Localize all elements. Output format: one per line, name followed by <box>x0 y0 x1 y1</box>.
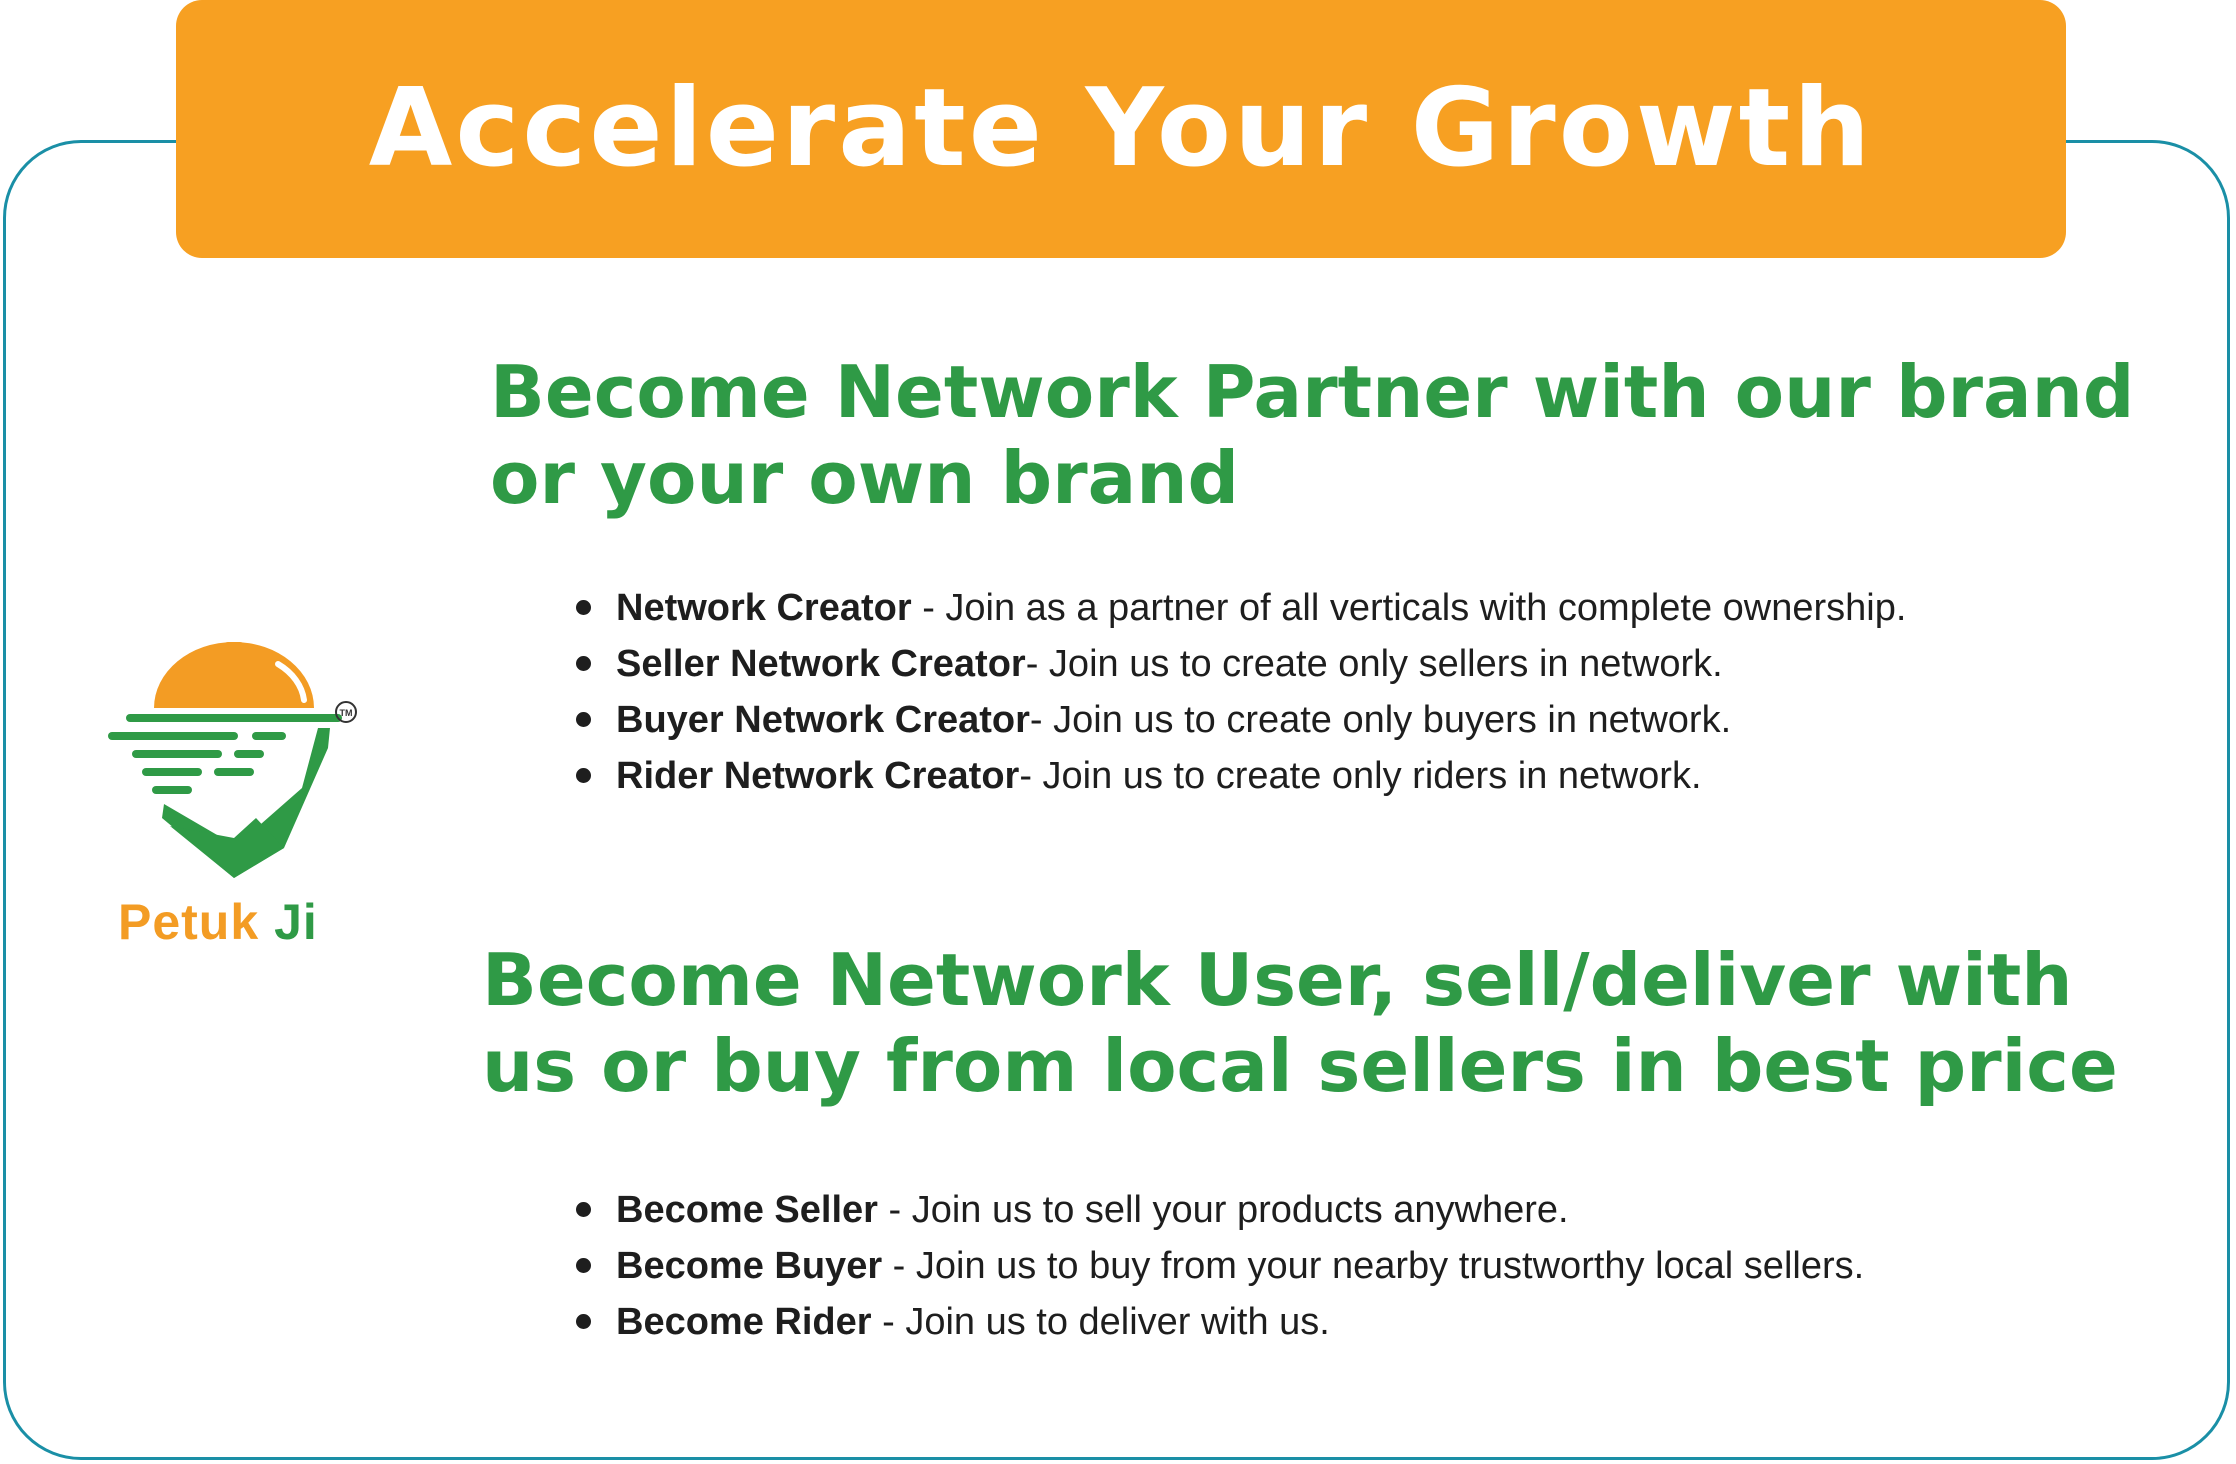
network-user-list: Become Seller - Join us to sell your pro… <box>576 1182 1864 1350</box>
bullet-icon <box>576 1314 591 1329</box>
brand-name-second: Ji <box>274 894 318 950</box>
bullet-icon <box>576 1202 591 1217</box>
list-item-desc: - Join us to create only sellers in netw… <box>1025 643 1723 685</box>
list-item-term: Become Buyer <box>616 1245 883 1287</box>
list-item: Seller Network Creator- Join us to creat… <box>576 636 1906 692</box>
list-item: Become Buyer - Join us to buy from your … <box>576 1238 1864 1294</box>
heading-line: Become Network User, sell/deliver with <box>482 938 2073 1022</box>
network-partner-heading: Become Network Partner with our brand or… <box>490 349 2134 521</box>
bullet-icon <box>576 600 591 615</box>
list-item-desc: - Join us to create only riders in netwo… <box>1019 755 1702 797</box>
list-item-desc: - Join us to deliver with us. <box>871 1301 1330 1343</box>
bullet-icon <box>576 712 591 727</box>
list-item-desc: - Join us to sell your products anywhere… <box>877 1189 1569 1231</box>
network-partner-list: Network Creator - Join as a partner of a… <box>576 580 1906 804</box>
list-item: Rider Network Creator- Join us to create… <box>576 748 1906 804</box>
list-item-desc: - Join us to buy from your nearby trustw… <box>882 1245 1865 1287</box>
page-title: Accelerate Your Growth <box>368 66 1874 191</box>
svg-text:TM: TM <box>340 708 353 718</box>
bullet-icon <box>576 1258 591 1273</box>
list-item-desc: - Join as a partner of all verticals wit… <box>911 587 1907 629</box>
heading-line: us or buy from local sellers in best pri… <box>482 1024 2118 1108</box>
list-item-term: Buyer Network Creator <box>616 699 1030 741</box>
title-banner: Accelerate Your Growth <box>176 0 2066 258</box>
list-item-term: Rider Network Creator <box>616 755 1020 797</box>
list-item-term: Network Creator <box>616 587 912 629</box>
list-item: Become Rider - Join us to deliver with u… <box>576 1294 1864 1350</box>
list-item: Buyer Network Creator- Join us to create… <box>576 692 1906 748</box>
list-item: Network Creator - Join as a partner of a… <box>576 580 1906 636</box>
list-item-term: Become Seller <box>616 1189 878 1231</box>
list-item-term: Seller Network Creator <box>616 643 1026 685</box>
network-user-heading: Become Network User, sell/deliver with u… <box>482 937 2118 1109</box>
brand-name-first: Petuk <box>118 894 260 950</box>
list-item: Become Seller - Join us to sell your pro… <box>576 1182 1864 1238</box>
brand-name: Petuk Ji <box>118 893 318 951</box>
heading-line: or your own brand <box>490 436 1240 520</box>
bullet-icon <box>576 656 591 671</box>
list-item-desc: - Join us to create only buyers in netwo… <box>1029 699 1732 741</box>
list-item-term: Become Rider <box>616 1301 872 1343</box>
bullet-icon <box>576 768 591 783</box>
heading-line: Become Network Partner with our brand <box>490 350 2135 434</box>
